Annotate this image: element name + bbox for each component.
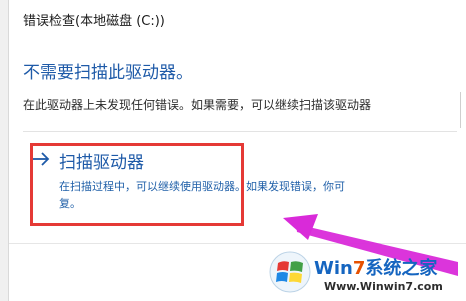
footer-separator [9, 243, 466, 244]
status-description: 在此驱动器上未发现任何错误。如果需要，可以继续扫描该驱动器 [23, 98, 372, 112]
scan-drive-description: 在扫描过程中，可以继续使用驱动器。如果发现错误，你可 复。 [59, 178, 464, 212]
divider [23, 131, 457, 132]
scan-drive-option[interactable]: 扫描驱动器 在扫描过程中，可以继续使用驱动器。如果发现错误，你可 复。 [21, 140, 466, 240]
status-headline: 不需要扫描此驱动器。 [23, 63, 193, 83]
right-arrow-icon [33, 152, 50, 166]
text-edge-marker [460, 92, 466, 128]
title-bar: 错误检查(本地磁盘 (C:)) [9, 0, 466, 40]
scan-desc-line-2: 复。 [59, 197, 81, 210]
error-check-dialog: 错误检查(本地磁盘 (C:)) 不需要扫描此驱动器。 在此驱动器上未发现任何错误… [8, 0, 466, 301]
scan-drive-label[interactable]: 扫描驱动器 [59, 148, 144, 173]
window-title: 错误检查(本地磁盘 (C:)) [23, 14, 165, 29]
scan-desc-line-1: 在扫描过程中，可以继续使用驱动器。如果发现错误，你可 [59, 180, 345, 193]
